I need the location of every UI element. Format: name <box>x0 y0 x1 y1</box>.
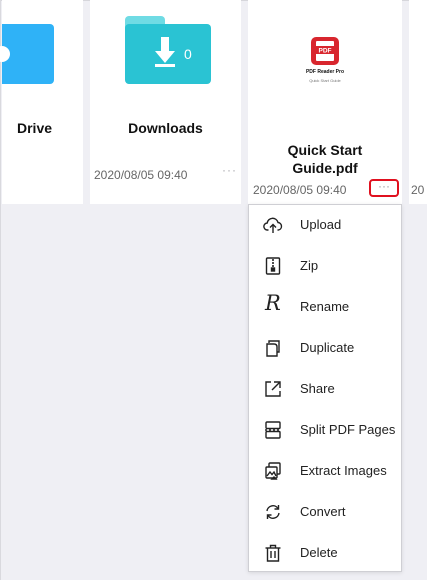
download-arrow-icon <box>155 37 175 67</box>
extract-images-icon <box>265 462 281 480</box>
folder-icon: 0 <box>125 16 211 84</box>
menu-item-share[interactable]: Share <box>249 369 401 410</box>
duplicate-icon <box>266 340 280 357</box>
menu-label: Rename <box>300 299 350 314</box>
trash-icon <box>265 544 281 562</box>
menu-item-duplicate[interactable]: Duplicate <box>249 328 401 369</box>
split-pages-icon <box>265 421 281 439</box>
share-icon <box>265 381 281 397</box>
menu-label: Share <box>300 381 335 396</box>
file-card-partial[interactable]: 20 <box>409 0 427 204</box>
file-context-menu: Upload Zip R Rename Duplicate Share Spli… <box>248 204 402 572</box>
menu-item-split-pdf-pages[interactable]: Split PDF Pages <box>249 410 401 451</box>
file-card-downloads[interactable]: 0 Downloads 2020/08/05 09:40 ··· <box>90 0 241 204</box>
file-name: Downloads <box>128 120 203 136</box>
rename-icon: R <box>265 291 281 315</box>
pdf-badge-text: PDF <box>319 48 332 55</box>
file-date: 2020/08/05 09:40 <box>253 183 347 197</box>
menu-item-extract-images[interactable]: Extract Images <box>249 451 401 492</box>
menu-item-rename[interactable]: R Rename <box>249 287 401 328</box>
pdf-thumbnail: PDF PDF Reader Pro Quick Start Guide <box>294 36 356 96</box>
menu-label: Split PDF Pages <box>300 422 396 437</box>
menu-label: Duplicate <box>300 340 355 355</box>
file-date: 20 <box>411 183 425 197</box>
item-count: 0 <box>184 46 192 62</box>
file-card-drive[interactable]: Drive <box>0 0 83 204</box>
menu-label: Delete <box>300 545 338 560</box>
file-name-line-1: Quick Start <box>287 142 363 158</box>
file-card-quick-start-guide[interactable]: PDF PDF Reader Pro Quick Start Guide Qui… <box>248 0 402 204</box>
menu-label: Convert <box>300 504 346 519</box>
thumb-app-name: PDF Reader Pro <box>305 69 345 75</box>
menu-item-convert[interactable]: Convert <box>249 492 401 533</box>
file-name: Drive <box>17 120 53 136</box>
menu-item-zip[interactable]: Zip <box>249 246 401 287</box>
zip-icon <box>265 257 281 275</box>
more-button-active[interactable]: ··· <box>369 179 399 197</box>
menu-label: Zip <box>300 258 319 273</box>
more-button[interactable]: ··· <box>222 163 237 177</box>
menu-item-delete[interactable]: Delete <box>249 533 401 574</box>
convert-icon <box>266 505 280 519</box>
menu-label: Extract Images <box>300 463 387 478</box>
file-date: 2020/08/05 09:40 <box>94 168 188 182</box>
file-browser: Drive 0 Downloads 2020/08/05 09:40 ··· P… <box>0 0 427 580</box>
menu-label: Upload <box>300 217 342 232</box>
file-name-line-2: Guide.pdf <box>292 160 358 176</box>
pdf-app-icon: PDF <box>311 37 339 65</box>
thumb-subtitle: Quick Start Guide <box>309 78 341 83</box>
menu-item-upload[interactable]: Upload <box>249 205 401 246</box>
file-name: Quick Start Guide.pdf <box>248 141 402 177</box>
drive-icon <box>0 24 54 84</box>
upload-cloud-icon <box>263 217 283 233</box>
